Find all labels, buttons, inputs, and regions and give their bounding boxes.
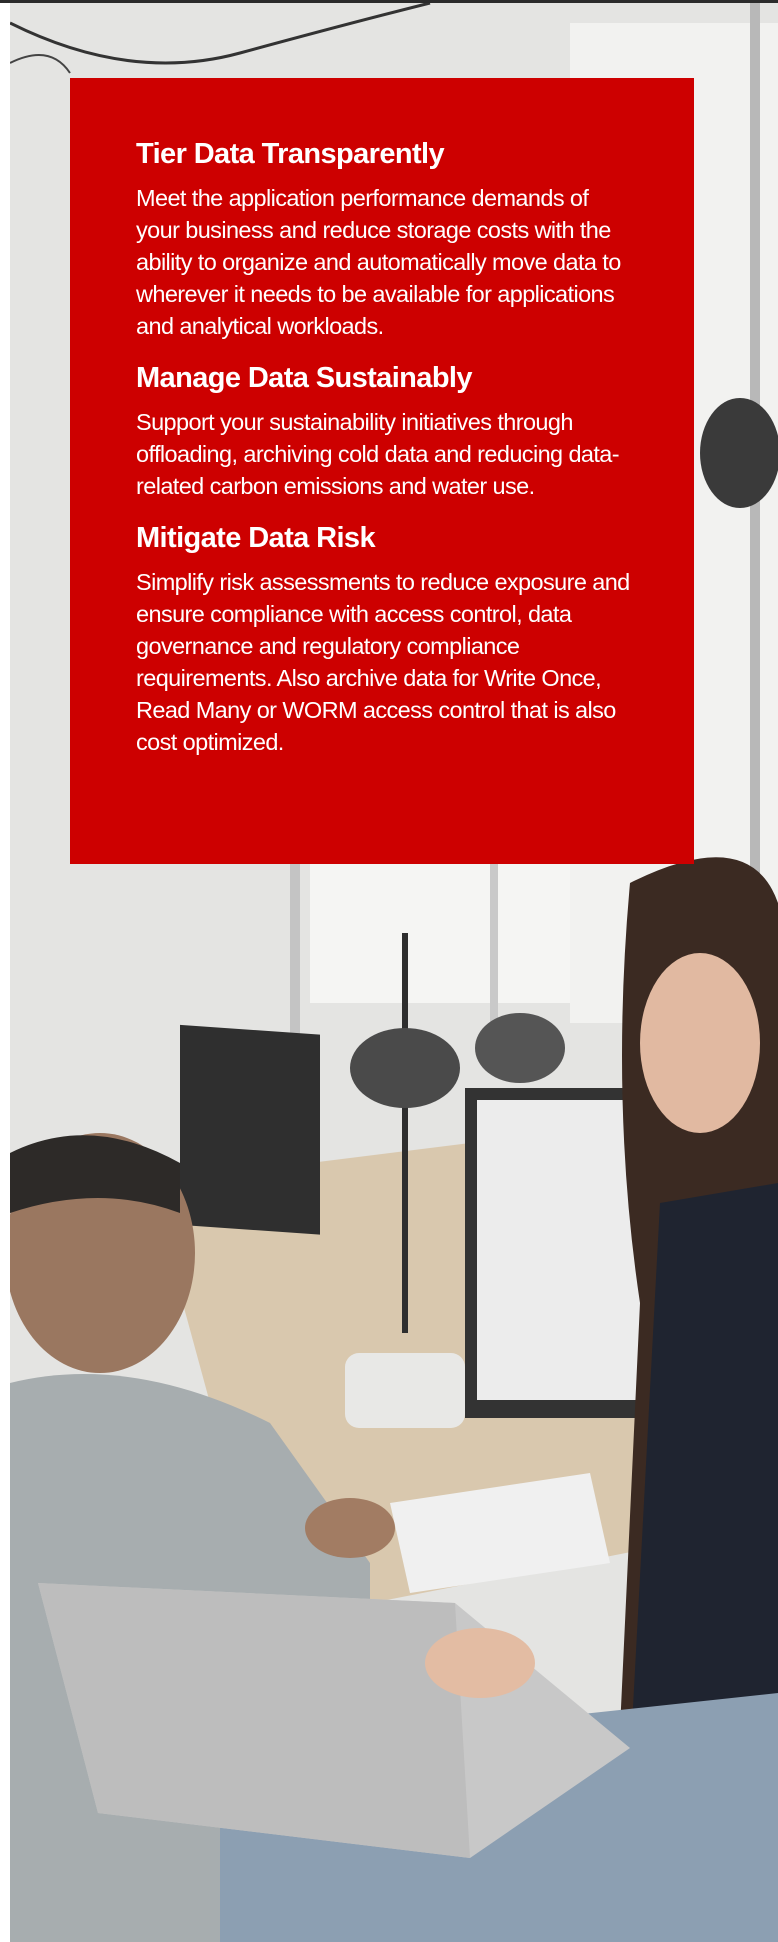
feature-tier-data: Tier Data Transparently Meet the applica… <box>136 136 634 342</box>
left-margin <box>0 3 10 1942</box>
feature-body: Meet the application performance demands… <box>136 185 621 339</box>
feature-heading: Manage Data Sustainably <box>136 362 473 394</box>
feature-body: Support your sustainability initiatives … <box>136 409 620 499</box>
page: Tier Data Transparently Meet the applica… <box>0 0 778 1942</box>
feature-heading: Tier Data Transparently <box>136 138 445 170</box>
feature-manage-data: Manage Data Sustainably Support your sus… <box>136 360 634 502</box>
feature-body: Simplify risk assessments to reduce expo… <box>136 569 630 755</box>
feature-mitigate-risk: Mitigate Data Risk Simplify risk assessm… <box>136 520 634 758</box>
feature-heading: Mitigate Data Risk <box>136 522 376 554</box>
features-card: Tier Data Transparently Meet the applica… <box>70 78 694 864</box>
